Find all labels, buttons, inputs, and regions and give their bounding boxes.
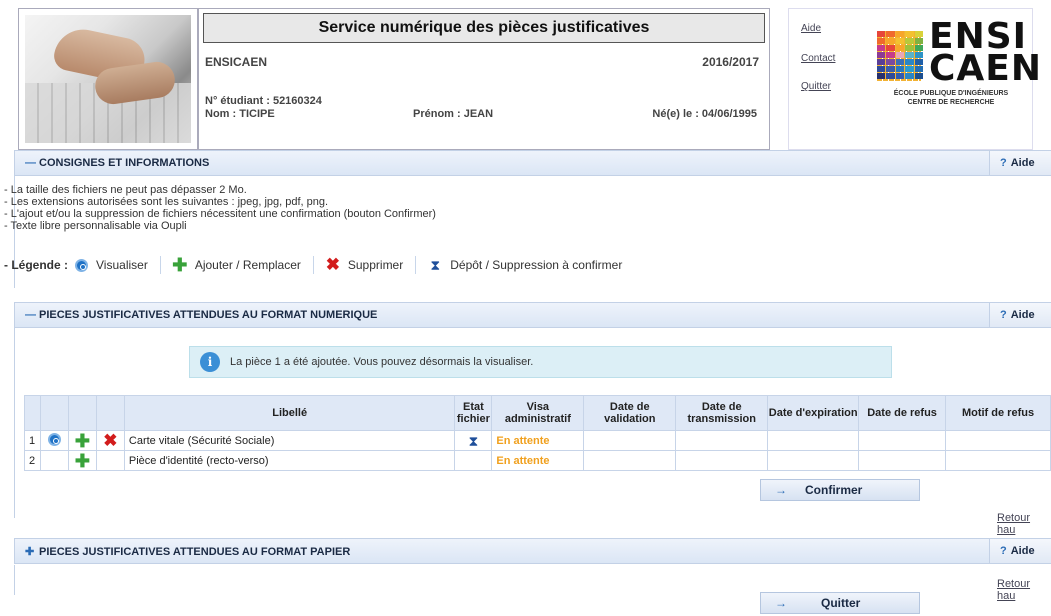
consignes-list: - La taille des fichiers ne peut pas dép… (4, 184, 436, 232)
student-birth-date: Né(e) le : 04/06/1995 (652, 108, 757, 120)
quit-label: Quitter (821, 596, 861, 610)
expand-icon[interactable]: ✚ (25, 545, 35, 558)
help-label: Aide (1010, 157, 1035, 169)
help-label: Aide (1010, 545, 1035, 557)
section-consignes-help-button[interactable]: ? Aide (989, 151, 1051, 175)
aide-link[interactable]: Aide (801, 23, 821, 34)
legend-add: Ajouter / Remplacer (194, 258, 301, 272)
delete-icon[interactable]: ✖ (95, 430, 125, 451)
table-header-row: Libellé Etat fichier Visa administratif … (24, 395, 1051, 431)
student-info-panel: Service numérique des pièces justificati… (198, 8, 770, 150)
info-message-box: i La pièce 1 a été ajoutée. Vous pouvez … (189, 346, 892, 378)
col-motif: Motif de refus (945, 395, 1051, 431)
consigne-item: - Texte libre personnalisable via Oupli (4, 220, 187, 232)
delete-icon: ✖ (325, 255, 340, 274)
quit-button[interactable]: → Quitter (760, 592, 920, 614)
section-consignes-title: CONSIGNES ET INFORMATIONS (39, 157, 210, 169)
ensicaen-logo-text: ENSI CAEN (929, 19, 1043, 89)
info-message: La pièce 1 a été ajoutée. Vous pouvez dé… (230, 356, 534, 368)
info-icon: i (200, 352, 220, 372)
help-icon: ? (1000, 545, 1007, 557)
section-papier-title: PIECES JUSTIFICATIVES ATTENDUES AU FORMA… (39, 546, 351, 558)
legend-view: Visualiser (96, 258, 148, 272)
col-validation: Date de validation (583, 395, 677, 431)
col-libelle: Libellé (123, 395, 456, 431)
view-icon (74, 258, 88, 272)
consigne-item: - L'ajout et/ou la suppression de fichie… (4, 208, 436, 220)
row-visa: En attente (491, 450, 585, 471)
help-label: Aide (1010, 309, 1035, 321)
consigne-item: - La taille des fichiers ne peut pas dép… (4, 184, 247, 196)
legend: - Légende : Visualiser ✚ Ajouter / Rempl… (4, 256, 622, 274)
add-icon[interactable]: ✚ (67, 430, 97, 451)
section-consignes-header[interactable]: — CONSIGNES ET INFORMATIONS ? Aide (14, 150, 1051, 176)
collapse-icon[interactable]: — (25, 157, 36, 169)
col-etat: Etat fichier (454, 395, 493, 431)
documents-table: Libellé Etat fichier Visa administratif … (24, 395, 1051, 471)
quitter-link[interactable]: Quitter (801, 81, 831, 92)
row-visa: En attente (491, 430, 585, 451)
add-icon: ✚ (172, 255, 188, 275)
table-row: 2 ✚ Pièce d'identité (recto-verso) En at… (24, 450, 1051, 471)
hourglass-icon: ⧗ (454, 430, 493, 451)
arrow-right-icon: → (775, 483, 787, 497)
school-name: ENSICAEN (205, 55, 268, 69)
col-transmission: Date de transmission (675, 395, 769, 431)
add-icon[interactable]: ✚ (67, 450, 97, 471)
row-libelle: Pièce d'identité (recto-verso) (123, 450, 456, 471)
section-numerique-header[interactable]: — PIECES JUSTIFICATIVES ATTENDUES AU FORM… (14, 302, 1051, 328)
student-identity: N° étudiant : 52160324 Nom : TICIPE (205, 95, 322, 121)
help-icon: ? (1000, 157, 1007, 169)
page-title: Service numérique des pièces justificati… (203, 13, 765, 43)
student-first-name: Prénom : JEAN (413, 108, 494, 120)
section-papier-help-button[interactable]: ? Aide (989, 539, 1051, 563)
collapse-icon[interactable]: — (25, 309, 36, 321)
col-expiration: Date d'expiration (767, 395, 860, 431)
hourglass-icon: ⧗ (430, 257, 441, 273)
confirm-button[interactable]: → Confirmer (760, 479, 920, 501)
row-number: 1 (24, 430, 41, 451)
section-border-line (14, 565, 15, 595)
section-border-line (14, 328, 15, 518)
back-to-top-link[interactable]: Retour hau (997, 512, 1051, 536)
logo-sub2: CENTRE DE RECHERCHE (907, 99, 995, 106)
help-icon: ? (1000, 309, 1007, 321)
back-to-top-link[interactable]: Retour hau (997, 578, 1051, 602)
table-row: 1 ✚ ✖ Carte vitale (Sécurité Sociale) ⧗ … (24, 430, 1051, 451)
arrow-right-icon: → (775, 596, 787, 610)
header-photo-panel (18, 8, 198, 150)
section-numerique-help-button[interactable]: ? Aide (989, 303, 1051, 327)
consigne-item: - Les extensions autorisées sont les sui… (4, 196, 329, 208)
logo-line2: CAEN (929, 48, 1043, 89)
logo-sub1: ÉCOLE PUBLIQUE D'INGÉNIEURS (893, 90, 1009, 97)
col-visa: Visa administratif (491, 395, 585, 431)
col-refus: Date de refus (858, 395, 947, 431)
view-icon[interactable] (39, 430, 69, 451)
keyboard-photo (25, 15, 191, 143)
legend-label: - Légende : (4, 258, 69, 272)
row-number: 2 (24, 450, 41, 471)
legend-delete: Supprimer (347, 258, 404, 272)
ensicaen-logo-grid (877, 31, 924, 81)
academic-year: 2016/2017 (702, 55, 759, 69)
student-number: N° étudiant : 52160324 (205, 95, 322, 107)
legend-pending: Dépôt / Suppression à confirmer (450, 258, 623, 272)
section-papier-header[interactable]: ✚ PIECES JUSTIFICATIVES ATTENDUES AU FORM… (14, 538, 1051, 564)
contact-link[interactable]: Contact (801, 53, 835, 64)
student-last-name: Nom : TICIPE (205, 108, 275, 120)
header-links-panel: Aide Contact Quitter ENSI CAEN ÉCOLE PUB… (788, 8, 1041, 150)
confirm-label: Confirmer (805, 483, 863, 497)
section-numerique-title: PIECES JUSTIFICATIVES ATTENDUES AU FORMA… (39, 309, 378, 321)
logo-subtitle: ÉCOLE PUBLIQUE D'INGÉNIEURS CENTRE DE RE… (877, 89, 1025, 107)
row-libelle: Carte vitale (Sécurité Sociale) (123, 430, 456, 451)
